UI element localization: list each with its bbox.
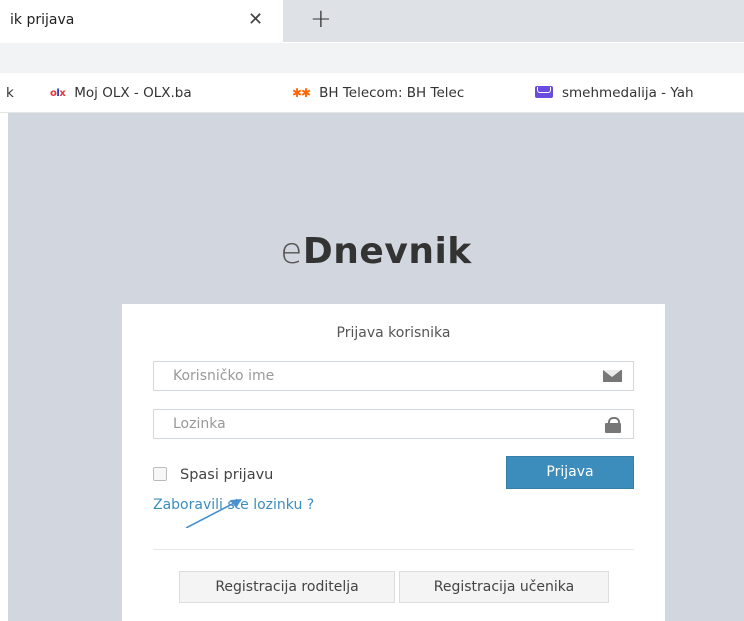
register-parent-button[interactable]: Registracija roditelja (179, 571, 395, 603)
bookmark-yahoo-mail[interactable]: smehmedalija - Yah (535, 85, 694, 101)
bookmark-label: Moj OLX - OLX.ba (74, 85, 192, 101)
remember-checkbox[interactable] (153, 467, 167, 481)
browser-toolbar (0, 42, 744, 76)
logo-prefix: e (280, 231, 303, 272)
bookmark-label: BH Telecom: BH Telec (319, 85, 465, 101)
bookmark-item[interactable]: k (6, 85, 14, 101)
tab-title: ik prijava (10, 12, 75, 28)
bookmark-bh-telecom[interactable]: ✱✱ BH Telecom: BH Telec (292, 85, 464, 101)
bookmark-olx[interactable]: olx Moj OLX - OLX.ba (50, 85, 192, 101)
logo-name: Dnevnik (302, 231, 472, 272)
lock-icon (605, 417, 621, 433)
divider (153, 549, 634, 550)
username-field[interactable] (153, 361, 634, 391)
bh-telecom-icon: ✱✱ (292, 86, 311, 100)
browser-tab[interactable]: ik prijava ✕ (0, 0, 283, 42)
login-card: Prijava korisnika Spasi prijavu Prijava … (122, 304, 665, 621)
bookmark-label: k (6, 85, 14, 101)
remember-login[interactable]: Spasi prijavu (153, 467, 273, 483)
bookmark-label: smehmedalija - Yah (562, 85, 694, 101)
address-bar[interactable] (0, 43, 744, 73)
bookmarks-bar: k olx Moj OLX - OLX.ba ✱✱ BH Telecom: BH T… (0, 76, 744, 113)
username-input[interactable] (154, 362, 593, 390)
register-student-button[interactable]: Registracija učenika (399, 571, 609, 603)
login-button[interactable]: Prijava (506, 456, 634, 489)
tab-strip: ik prijava ✕ + (0, 0, 744, 42)
envelope-icon (603, 370, 622, 382)
password-input[interactable] (154, 410, 593, 438)
mail-icon (535, 86, 553, 98)
site-logo: eDnevnik (8, 231, 744, 272)
olx-icon: olx (50, 87, 66, 99)
page-background: eDnevnik Prijava korisnika Spasi prijavu… (8, 113, 744, 621)
new-tab-button[interactable]: + (310, 4, 332, 34)
password-field[interactable] (153, 409, 634, 439)
remember-label: Spasi prijavu (180, 467, 274, 483)
arrow-annotation (185, 499, 242, 528)
close-icon[interactable]: ✕ (248, 9, 263, 30)
login-heading: Prijava korisnika (336, 325, 451, 341)
